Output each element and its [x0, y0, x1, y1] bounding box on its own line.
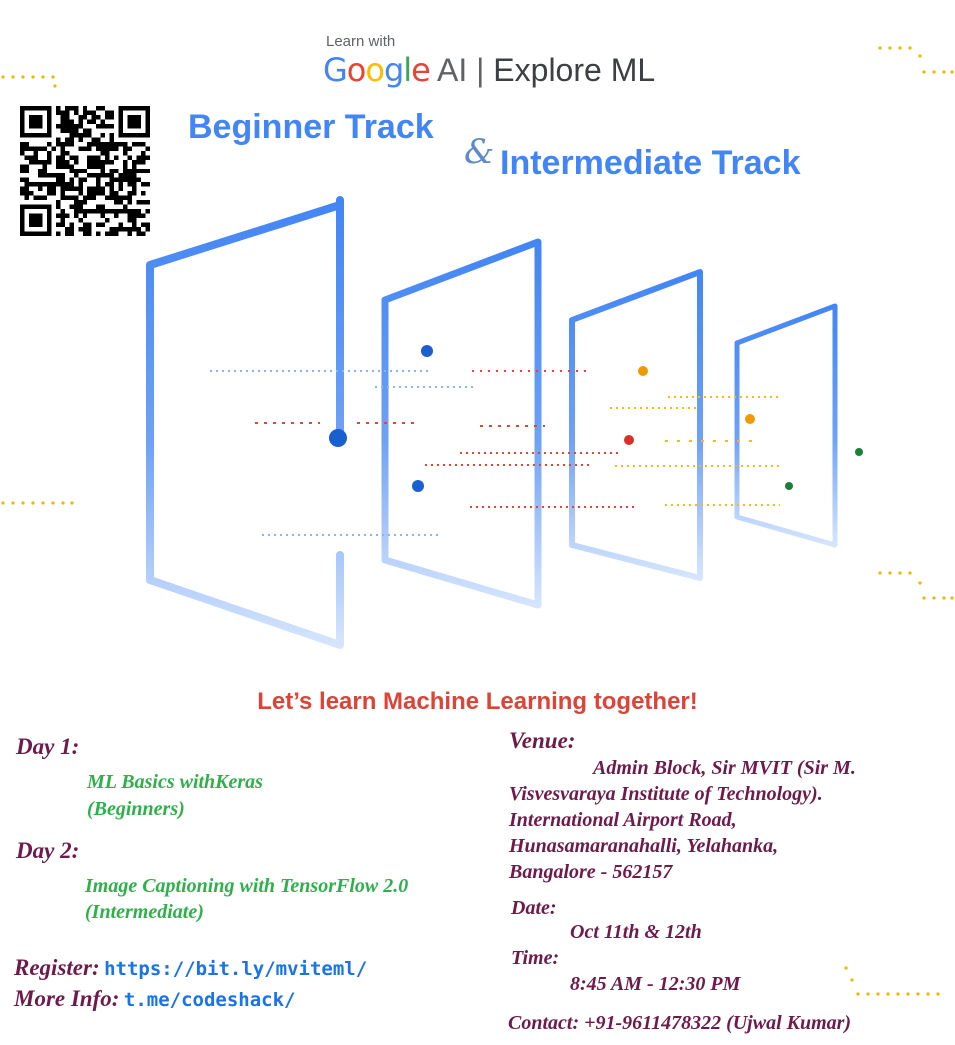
google-wordmark: Google	[323, 51, 431, 89]
brand-ai: AI	[436, 52, 468, 88]
day1-label: Day 1:	[16, 734, 80, 759]
brand-logo: Google AI | Explore ML	[323, 50, 655, 90]
decorative-dots-bottom	[844, 966, 940, 996]
more-info-link[interactable]: t.me/codeshack/	[124, 989, 296, 1011]
time-value: 8:45 AM - 12:30 PM	[570, 973, 741, 995]
day2-label: Day 2:	[16, 838, 80, 863]
learn-with-label: Learn with	[326, 33, 396, 50]
register-link[interactable]: https://bit.ly/mviteml/	[104, 958, 367, 980]
ampersand: &	[464, 132, 495, 172]
day2-title: Image Captioning with TensorFlow 2.0	[85, 875, 409, 897]
time-label: Time:	[511, 947, 560, 969]
intermediate-track-title: Intermediate Track	[500, 144, 801, 182]
venue-line-2: Visvesvaraya Institute of Technology).	[509, 783, 823, 805]
venue-line-3: International Airport Road,	[509, 809, 737, 831]
day1-level: (Beginners)	[87, 798, 185, 820]
qr-code[interactable]	[20, 106, 150, 236]
day1-title: ML Basics withKeras	[87, 771, 263, 793]
venue-line-4: Hunasamaranahalli, Yelahanka,	[509, 835, 779, 857]
contact-info: Contact: +91-9611478322 (Ujwal Kumar)	[508, 1012, 852, 1034]
brand-separator: |	[476, 52, 485, 88]
more-info-label: More Info:	[14, 986, 120, 1011]
beginner-track-title: Beginner Track	[188, 108, 434, 146]
brand-explore-ml: Explore ML	[493, 52, 656, 88]
date-value: Oct 11th & 12th	[570, 921, 702, 943]
hero-illustration	[1, 46, 954, 649]
more-info-row: More Info: t.me/codeshack/	[14, 986, 295, 1012]
venue-label: Venue:	[509, 728, 576, 753]
day2-level: (Intermediate)	[85, 901, 204, 923]
date-label: Date:	[511, 897, 557, 919]
venue-line-5: Bangalore - 562157	[509, 861, 673, 883]
venue-line-1: Admin Block, Sir MVIT (Sir M.	[593, 757, 856, 779]
register-label: Register:	[14, 955, 100, 980]
register-row: Register: https://bit.ly/mviteml/	[14, 955, 367, 981]
tagline: Let’s learn Machine Learning together!	[257, 688, 698, 715]
